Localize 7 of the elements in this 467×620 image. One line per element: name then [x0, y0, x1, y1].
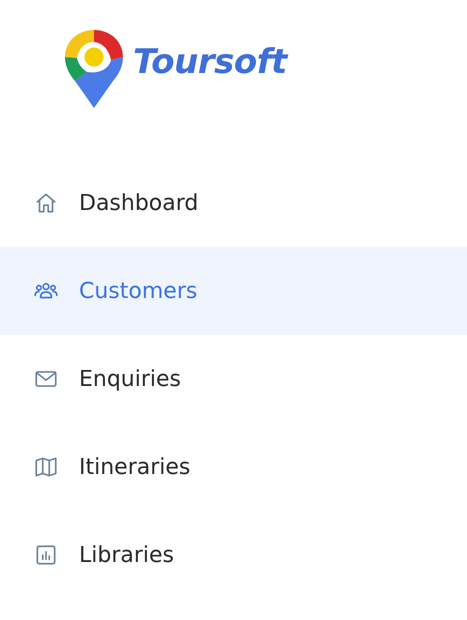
logo-text: Toursoft: [133, 42, 287, 82]
nav-item[interactable]: Dashboard: [0, 159, 467, 247]
nav-item[interactable]: Enquiries: [0, 335, 467, 423]
logo-icon: [63, 28, 125, 110]
nav-item[interactable]: Itineraries: [0, 423, 467, 511]
nav-item[interactable]: Libraries: [0, 511, 467, 599]
nav-item[interactable]: Customers: [0, 247, 467, 335]
